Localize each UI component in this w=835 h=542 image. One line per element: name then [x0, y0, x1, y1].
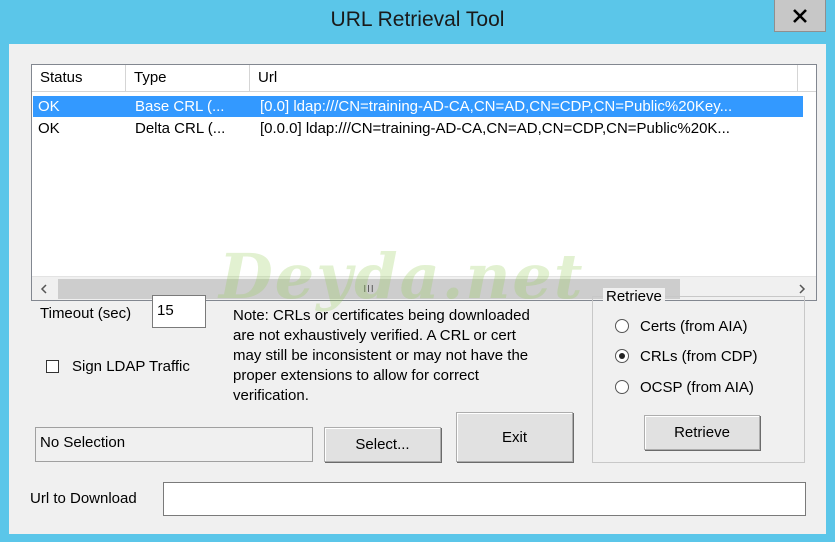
note-line: may still be inconsistent or may not hav…: [233, 347, 529, 364]
note-text: Note: CRLs or certificates being downloa…: [233, 306, 530, 406]
radio-crls-cdp[interactable]: [615, 349, 629, 363]
radio-crls-cdp-label[interactable]: CRLs (from CDP): [640, 348, 758, 365]
row-type: Base CRL (...: [135, 98, 225, 115]
close-icon: [793, 8, 807, 23]
row-status: OK: [38, 120, 60, 137]
scroll-left-button[interactable]: [32, 277, 56, 300]
column-type[interactable]: Type: [126, 65, 250, 91]
selection-field: No Selection: [35, 427, 313, 462]
column-status[interactable]: Status: [32, 65, 126, 91]
radio-ocsp-aia[interactable]: [615, 380, 629, 394]
list-row[interactable]: OK Delta CRL (... [0.0.0] ldap:///CN=tra…: [33, 118, 803, 139]
url-to-download-input[interactable]: [163, 482, 806, 516]
timeout-label: Timeout (sec): [40, 305, 132, 322]
window-title: URL Retrieval Tool: [330, 8, 505, 31]
url-to-download-label: Url to Download: [30, 490, 137, 507]
scroll-thumb-grip: III: [363, 283, 375, 295]
close-button[interactable]: [774, 0, 826, 32]
selection-value: No Selection: [40, 434, 126, 451]
row-type: Delta CRL (...: [135, 120, 226, 137]
note-line: proper extensions to allow for correct: [233, 367, 479, 384]
sign-ldap-checkbox[interactable]: [46, 360, 59, 373]
chevron-left-icon: [40, 284, 47, 294]
radio-certs-aia-label[interactable]: Certs (from AIA): [640, 318, 748, 335]
url-list[interactable]: Status Type Url OK Base CRL (... [0.0] l…: [31, 64, 817, 301]
timeout-value: 15: [157, 302, 174, 319]
title-bar[interactable]: URL Retrieval Tool: [0, 0, 835, 44]
row-status: OK: [38, 98, 60, 115]
sign-ldap-label[interactable]: Sign LDAP Traffic: [72, 358, 190, 375]
radio-ocsp-aia-label[interactable]: OCSP (from AIA): [640, 379, 754, 396]
retrieve-button[interactable]: Retrieve: [644, 415, 760, 450]
radio-certs-aia[interactable]: [615, 319, 629, 333]
exit-button[interactable]: Exit: [456, 412, 573, 462]
dialog-body: Status Type Url OK Base CRL (... [0.0] l…: [9, 44, 826, 534]
retrieve-group-title: Retrieve: [603, 288, 665, 305]
note-line: verification.: [233, 387, 309, 404]
list-header: Status Type Url: [32, 65, 816, 92]
column-url[interactable]: Url: [250, 65, 798, 91]
chevron-right-icon: [799, 284, 806, 294]
row-url: [0.0.0] ldap:///CN=training-AD-CA,CN=AD,…: [260, 120, 730, 137]
note-line: are not exhaustively verified. A CRL or …: [233, 327, 516, 344]
timeout-input[interactable]: 15: [152, 295, 206, 328]
note-line: Note: CRLs or certificates being downloa…: [233, 307, 530, 324]
select-button[interactable]: Select...: [324, 427, 441, 462]
row-url: [0.0] ldap:///CN=training-AD-CA,CN=AD,CN…: [260, 98, 733, 115]
list-row[interactable]: OK Base CRL (... [0.0] ldap:///CN=traini…: [33, 96, 803, 117]
